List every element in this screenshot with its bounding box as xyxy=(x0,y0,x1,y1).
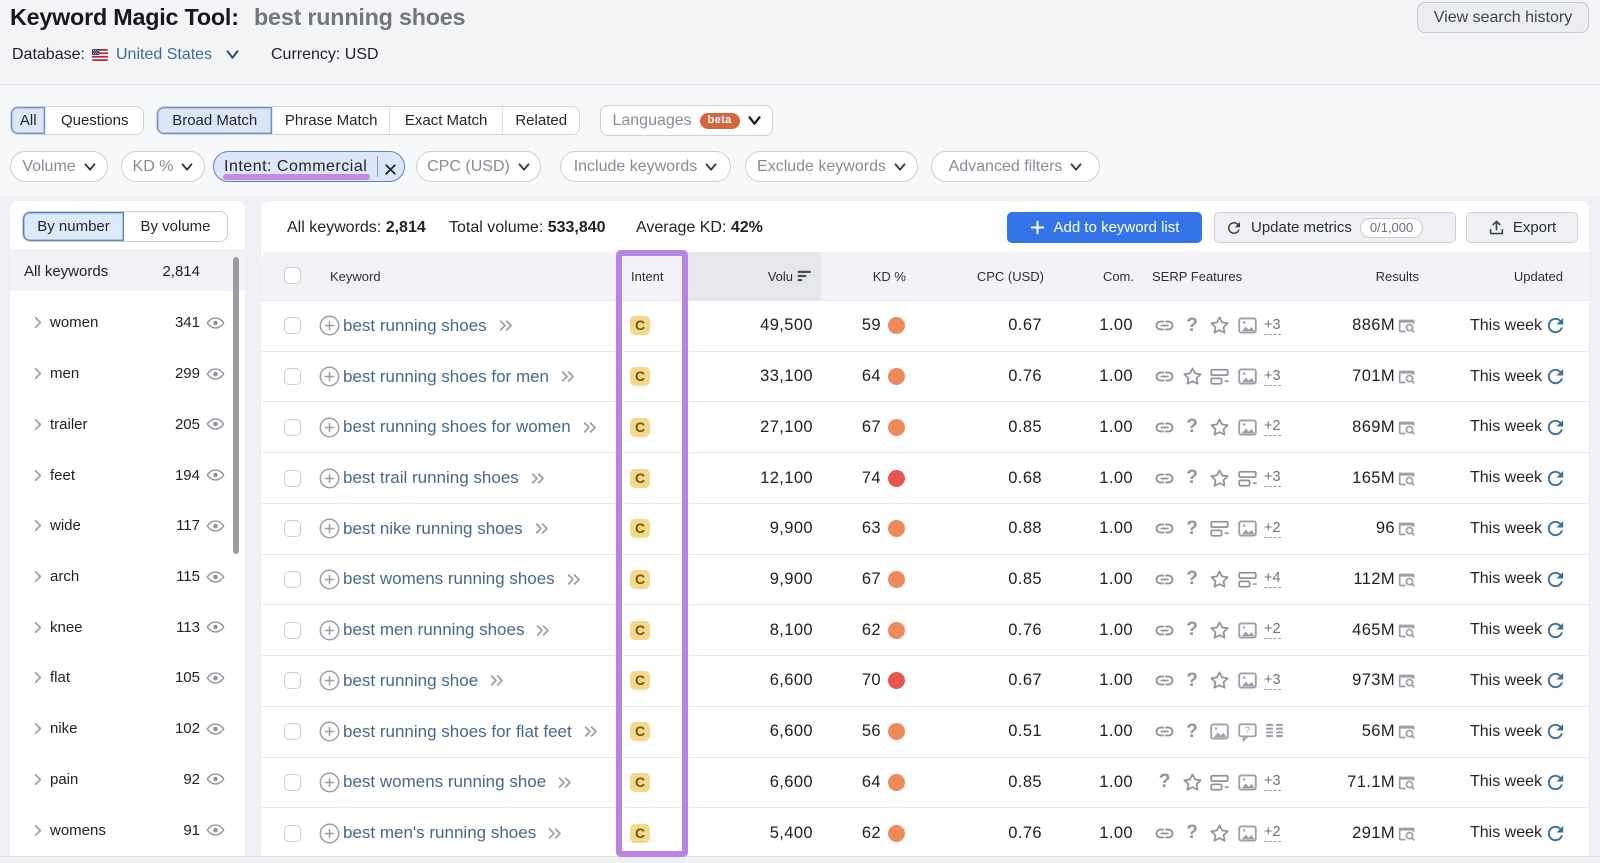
svg-text:?: ? xyxy=(1244,726,1250,737)
